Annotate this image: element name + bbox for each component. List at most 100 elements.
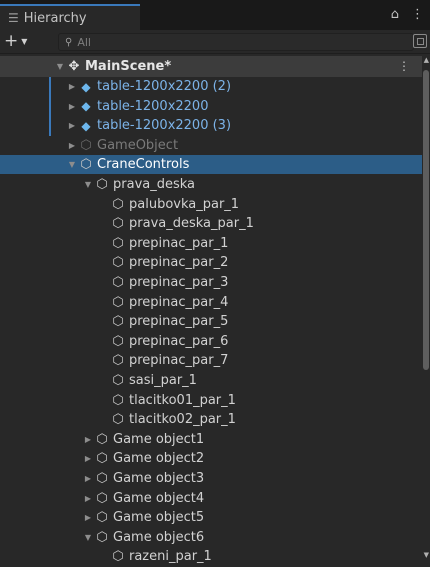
gameobject-cube-icon: ⬡ (112, 275, 124, 290)
gameobject-cube-icon: ⬡ (112, 392, 124, 408)
tab-bar: ☰ Hierarchy ⌂ ⋮ (0, 0, 430, 30)
unity-scene-icon: ✥ (68, 59, 80, 74)
scroll-up-arrow-icon[interactable]: ▲ (424, 56, 429, 64)
hierarchy-row-label: sasi_par_1 (129, 373, 197, 388)
gameobject-cube-icon: ⬡ (96, 490, 108, 506)
hierarchy-row-label: prepinac_par_4 (129, 294, 229, 310)
hierarchy-row-label: Game object1 (113, 431, 205, 447)
gameobject-cube-icon: ⬡ (80, 157, 92, 173)
hierarchy-row-label: tlacitko01_par_1 (129, 392, 236, 408)
add-button[interactable]: + ▼ (4, 31, 27, 51)
hierarchy-row-label: palubovka_par_1 (129, 196, 240, 212)
hierarchy-row[interactable]: ▶ ⬡ Game object2 (0, 449, 422, 468)
search-input[interactable]: ⚲ All (58, 33, 414, 51)
plus-icon: + (4, 31, 19, 51)
scene-menu-icon[interactable]: ⋮ (398, 59, 410, 73)
gameobject-cube-icon: ⬡ (112, 196, 124, 212)
hierarchy-row[interactable]: ▶ ⬡ Game object1 (0, 430, 422, 449)
scroll-down-arrow-icon[interactable]: ▼ (424, 551, 429, 559)
expand-arrow-down-icon[interactable]: ▼ (66, 160, 78, 169)
gameobject-cube-icon: ⬡ (96, 177, 108, 192)
expand-arrow-down-icon[interactable]: ▼ (82, 533, 94, 542)
hierarchy-row-label: prepinac_par_5 (129, 314, 229, 330)
hierarchy-row[interactable]: ▶⬡prepinac_par_4 (0, 293, 422, 312)
hierarchy-row-label: GameObject (97, 137, 179, 153)
gameobject-cube-icon: ⬡ (112, 373, 124, 388)
gameobject-cube-icon: ⬡ (112, 255, 124, 271)
hierarchy-row-label: prepinac_par_7 (129, 353, 229, 369)
expand-arrow-right-icon[interactable]: ▶ (66, 102, 78, 111)
scrollbar-thumb[interactable] (423, 70, 429, 370)
hierarchy-row-label: Game object5 (113, 510, 205, 526)
prefab-override-bar (49, 96, 51, 117)
scene-row[interactable]: ▼ ✥ MainScene* ⋮ (0, 56, 422, 77)
hierarchy-row-label: prava_deska_par_1 (129, 216, 254, 232)
gameobject-cube-icon: ⬡ (112, 294, 124, 310)
expand-arrow-right-icon[interactable]: ▶ (66, 82, 78, 91)
expand-arrow-right-icon[interactable]: ▶ (82, 513, 94, 522)
hierarchy-row-label: razeni_par_1 (129, 549, 212, 565)
prefab-cube-icon: ◆ (81, 118, 91, 133)
gameobject-cube-icon: ⬡ (112, 314, 124, 330)
hierarchy-list-icon: ☰ (8, 11, 19, 25)
kebab-menu-icon[interactable]: ⋮ (411, 7, 424, 22)
hierarchy-row[interactable]: ▶⬡prepinac_par_3 (0, 273, 422, 292)
prefab-cube-icon: ◆ (81, 79, 91, 94)
hierarchy-toolbar: + ▼ ⚲ All (0, 30, 430, 54)
hierarchy-row[interactable]: ▶ ⬡ Game object5 (0, 508, 422, 527)
hierarchy-row-label: tlacitko02_par_1 (129, 412, 236, 428)
hierarchy-row[interactable]: ▼ ⬡ Game object6 (0, 528, 422, 547)
hierarchy-row[interactable]: ▶⬡tlacitko01_par_1 (0, 391, 422, 410)
gameobject-cube-icon: ⬡ (96, 451, 108, 467)
chevron-down-icon: ▼ (21, 36, 28, 46)
expand-arrow-right-icon[interactable]: ▶ (82, 435, 94, 444)
expand-arrow-down-icon[interactable]: ▼ (82, 180, 94, 189)
hierarchy-row[interactable]: ▶ ⬡ GameObject (0, 136, 422, 155)
hierarchy-row[interactable]: ▶⬡prepinac_par_2 (0, 253, 422, 272)
expand-arrow-right-icon[interactable]: ▶ (66, 141, 78, 150)
hierarchy-row[interactable]: ▼ ⬡ CraneControls (0, 155, 422, 175)
hierarchy-row[interactable]: ▶⬡sasi_par_1 (0, 371, 422, 390)
search-icon: ⚲ (65, 36, 73, 48)
expand-arrow-right-icon[interactable]: ▶ (66, 121, 78, 130)
tab-hierarchy[interactable]: ☰ Hierarchy (0, 4, 140, 30)
hierarchy-row[interactable]: ▶ ◆ table-1200x2200 (2) (0, 77, 422, 96)
hierarchy-row[interactable]: ▶⬡prepinac_par_5 (0, 312, 422, 331)
gameobject-cube-icon: ⬡ (112, 235, 124, 251)
gameobject-cube-icon: ⬡ (96, 431, 108, 447)
hierarchy-row-label: table-1200x2200 (3) (97, 118, 232, 134)
hierarchy-row[interactable]: ▶⬡tlacitko02_par_1 (0, 410, 422, 429)
expand-arrow-right-icon[interactable]: ▶ (82, 494, 94, 503)
hierarchy-row[interactable]: ▶⬡prava_deska_par_1 (0, 214, 422, 233)
expand-arrow-right-icon[interactable]: ▶ (82, 454, 94, 463)
gameobject-cube-icon: ⬡ (80, 137, 92, 153)
scene-visibility-icon[interactable] (413, 34, 427, 48)
expand-arrow-right-icon[interactable]: ▶ (82, 474, 94, 483)
tab-hierarchy-label: Hierarchy (23, 10, 87, 26)
hierarchy-row-label: prepinac_par_6 (129, 333, 229, 349)
gameobject-cube-icon: ⬡ (112, 353, 124, 369)
hierarchy-row[interactable]: ▶⬡prepinac_par_7 (0, 351, 422, 370)
hierarchy-row[interactable]: ▶⬡prepinac_par_6 (0, 332, 422, 351)
lock-icon[interactable]: ⌂ (391, 7, 399, 22)
hierarchy-row[interactable]: ▶ ⬡ Game object4 (0, 489, 422, 508)
hierarchy-tree: ▼ ✥ MainScene* ⋮ ▶ ◆ table-1200x2200 (2) ▶ ◆ tabl… (0, 54, 430, 567)
hierarchy-row[interactable]: ▶ ◆ table-1200x2200 (3) (0, 116, 422, 135)
gameobject-cube-icon: ⬡ (112, 333, 124, 349)
gameobject-cube-icon: ⬡ (96, 510, 108, 526)
hierarchy-row-label: table-1200x2200 (2) (97, 79, 232, 94)
hierarchy-row[interactable]: ▶ ⬡ Game object3 (0, 469, 422, 488)
search-placeholder: All (77, 35, 91, 49)
hierarchy-row-label: table-1200x2200 (97, 98, 209, 114)
expand-arrow-down-icon[interactable]: ▼ (54, 62, 66, 71)
hierarchy-row[interactable]: ▶ ◆ table-1200x2200 (0, 97, 422, 116)
hierarchy-row[interactable]: ▼ ⬡ prava_deska (0, 175, 422, 194)
hierarchy-row-label: Game object2 (113, 451, 205, 467)
hierarchy-row[interactable]: ▶⬡prepinac_par_1 (0, 234, 422, 253)
hierarchy-row[interactable]: ▶⬡razeni_par_1 (0, 547, 422, 566)
hierarchy-row[interactable]: ▶⬡palubovka_par_1 (0, 195, 422, 214)
gameobject-cube-icon: ⬡ (96, 471, 108, 486)
hierarchy-row-label: prepinac_par_2 (129, 255, 229, 271)
hierarchy-row-label: Game object4 (113, 490, 205, 506)
gameobject-cube-icon: ⬡ (96, 529, 108, 545)
